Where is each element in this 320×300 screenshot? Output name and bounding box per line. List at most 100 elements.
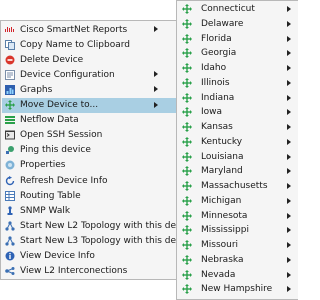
menu-item-device-configuration[interactable]: Device Configuration — [2, 67, 177, 82]
menu-item-graphs[interactable]: Graphs — [2, 82, 177, 97]
move-arrows-icon — [182, 77, 192, 88]
move-arrows-icon — [182, 48, 192, 59]
menu-item-label: Refresh Device Info — [20, 175, 108, 186]
submenu-item-label: Delaware — [201, 18, 244, 29]
submenu-arrow-icon — [287, 242, 291, 248]
submenu-item-missouri[interactable]: Missouri — [178, 238, 297, 252]
submenu-item-florida[interactable]: Florida — [178, 32, 297, 46]
submenu-item-label: Iowa — [201, 107, 223, 118]
submenu-item-label: Kentucky — [201, 136, 243, 147]
menu-item-label: View Device Info — [20, 251, 95, 261]
menu-item-start-new-l2-topology-with-this-device[interactable]: Start New L2 Topology with this device — [2, 218, 194, 233]
menu-item-delete-device[interactable]: Delete Device — [2, 52, 177, 67]
ssh-icon — [5, 130, 15, 140]
menu-item-label: Copy Name to Clipboard — [20, 39, 130, 50]
submenu-item-label: New Hampshire — [201, 284, 273, 295]
menu-item-label: Ping this device — [20, 145, 91, 156]
context-menu: Cisco SmartNet Reports Copy Name to Clipb… — [0, 20, 194, 280]
menu-item-cisco-smartnet-reports[interactable]: Cisco SmartNet Reports — [2, 22, 177, 37]
move-arrows-icon — [182, 225, 192, 236]
submenu-item-michigan[interactable]: Michigan — [178, 194, 297, 208]
submenu-item-nebraska[interactable]: Nebraska — [178, 253, 297, 267]
submenu-item-kansas[interactable]: Kansas — [178, 120, 297, 134]
submenu-item-maryland[interactable]: Maryland — [178, 164, 297, 178]
submenu-arrow-icon — [287, 109, 291, 116]
menu-item-routing-table[interactable]: Routing Table — [2, 188, 177, 203]
submenu-item-mississippi[interactable]: Mississippi — [178, 223, 297, 237]
submenu-item-delaware[interactable]: Delaware — [178, 17, 297, 31]
submenu-arrow-icon — [287, 168, 291, 175]
submenu-arrow-icon — [287, 20, 291, 27]
submenu-arrow-icon — [287, 197, 291, 204]
move-arrows-icon — [182, 151, 192, 162]
copy-icon — [5, 39, 15, 50]
submenu-item-nevada[interactable]: Nevada — [178, 268, 297, 282]
screen: Cisco SmartNet Reports Copy Name to Clipb… — [0, 0, 298, 300]
submenu-arrow-icon — [287, 94, 291, 101]
move-arrows-icon — [182, 33, 192, 44]
submenu-item-illinois[interactable]: Illinois — [178, 76, 297, 90]
move-arrows-icon — [182, 284, 192, 295]
move-arrows-icon — [182, 92, 192, 103]
submenu-arrow-icon — [154, 71, 158, 78]
menu-item-label: Properties — [20, 160, 66, 171]
submenu-arrow-icon — [287, 227, 291, 234]
submenu-arrow-icon — [287, 183, 291, 189]
submenu-item-georgia[interactable]: Georgia — [178, 46, 297, 60]
submenu-arrow-icon — [287, 153, 291, 160]
submenu-item-connecticut[interactable]: Connecticut — [178, 2, 297, 16]
submenu-item-label: Georgia — [201, 48, 237, 59]
move-arrows-icon — [182, 136, 192, 147]
move-arrows-icon — [182, 210, 192, 221]
submenu-arrow-icon — [287, 6, 291, 12]
submenu-item-louisiana[interactable]: Louisiana — [178, 150, 297, 164]
submenu-item-massachusetts[interactable]: Massachusetts — [178, 179, 297, 193]
delete-icon — [5, 55, 15, 65]
submenu-item-minnesota[interactable]: Minnesota — [178, 209, 297, 223]
submenu-item-label: Missouri — [201, 240, 239, 250]
menu-item-view-device-info[interactable]: View Device Info — [2, 249, 177, 264]
menu-item-ping-this-device[interactable]: Ping this device — [2, 143, 177, 158]
graph-icon — [5, 84, 15, 95]
snmp-icon — [5, 206, 15, 216]
menu-item-copy-name-to-clipboard[interactable]: Copy Name to Clipboard — [2, 37, 177, 52]
submenu-item-iowa[interactable]: Iowa — [178, 105, 297, 119]
submenu-item-label: Mississippi — [201, 225, 249, 236]
routing-icon — [5, 190, 15, 201]
submenu-arrow-icon — [287, 35, 291, 42]
menu-item-view-l2-interconections[interactable]: View L2 Interconections — [2, 264, 177, 279]
menu-item-label: Start New L2 Topology with this device — [20, 220, 195, 231]
move-arrows-icon — [182, 254, 192, 265]
menu-item-start-new-l3-topology-with-this-device[interactable]: Start New L3 Topology with this device — [2, 233, 194, 248]
submenu-item-kentucky[interactable]: Kentucky — [178, 135, 297, 149]
menu-item-label: Open SSH Session — [20, 130, 103, 141]
submenu-item-label: Minnesota — [201, 210, 248, 221]
menu-item-label: Delete Device — [20, 54, 84, 65]
interconnect-icon — [5, 266, 15, 276]
menu-item-refresh-device-info[interactable]: Refresh Device Info — [2, 173, 177, 188]
submenu-arrow-icon — [287, 138, 291, 145]
submenu-item-indiana[interactable]: Indiana — [178, 91, 297, 105]
properties-icon — [5, 160, 15, 170]
submenu-item-label: Idaho — [201, 63, 227, 73]
submenu-arrow-icon — [287, 65, 291, 71]
move-device-submenu: Connecticut Delaware Florida Georgia Idaho Il… — [176, 0, 298, 300]
menu-item-move-device-to[interactable]: Move Device to... — [2, 97, 177, 113]
submenu-item-label: Nevada — [201, 269, 236, 280]
menu-item-properties[interactable]: Properties — [2, 158, 177, 173]
move-arrows-icon — [182, 18, 192, 29]
submenu-arrow-icon — [287, 286, 291, 293]
submenu-arrow-icon — [154, 101, 158, 108]
submenu-item-label: Michigan — [201, 195, 242, 206]
submenu-item-label: Louisiana — [201, 151, 244, 162]
menu-item-snmp-walk[interactable]: SNMP Walk — [2, 203, 177, 218]
submenu-item-idaho[interactable]: Idaho — [178, 61, 297, 75]
submenu-arrow-icon — [154, 26, 158, 32]
move-arrows-icon — [182, 4, 192, 14]
move-icon — [5, 100, 15, 110]
menu-item-netflow-data[interactable]: Netflow Data — [2, 113, 177, 128]
submenu-arrow-icon — [287, 271, 291, 278]
submenu-item-new-hampshire[interactable]: New Hampshire — [178, 282, 297, 296]
config-icon — [5, 69, 15, 80]
menu-item-open-ssh-session[interactable]: Open SSH Session — [2, 128, 177, 143]
